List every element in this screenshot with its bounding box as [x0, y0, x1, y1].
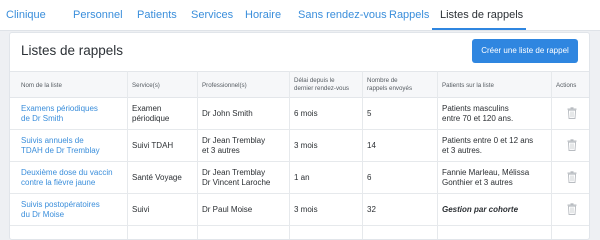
reminders-count: 14 — [367, 141, 376, 150]
reminders-count: 5 — [367, 109, 372, 118]
tab-rappels[interactable]: Rappels — [389, 0, 429, 31]
trash-icon[interactable] — [567, 203, 577, 215]
patients-line2: et 3 autres. — [442, 146, 483, 155]
active-tab-indicator — [432, 28, 526, 30]
trash-icon[interactable] — [567, 107, 577, 119]
delay-value: 6 mois — [294, 109, 318, 118]
patients-line2: Gonthier et 3 autres — [442, 178, 513, 187]
tab-patients[interactable]: Patients — [137, 0, 177, 31]
professional-line2: et 3 autres — [202, 146, 240, 155]
table-row: Suivis postopératoires du Dr Moise Suivi… — [10, 194, 589, 226]
professional-line1: Dr Paul Moise — [202, 205, 253, 214]
list-name-link-line2[interactable]: TDAH de Dr Tremblay — [21, 146, 100, 156]
top-nav-tabs: Clinique Personnel Patients Services Hor… — [0, 0, 600, 31]
patients-line1: Patients entre 0 et 12 ans — [442, 136, 534, 145]
reminders-count: 6 — [367, 173, 372, 182]
column-header-reminders-line2: rappels envoyés — [367, 85, 413, 92]
column-header-name: Nom de la liste — [21, 82, 62, 89]
column-header-professionals: Professionnel(s) — [202, 82, 247, 89]
list-name-link-line1[interactable]: Suivis postopératoires — [21, 200, 100, 210]
professional-line2: Dr Vincent Laroche — [202, 178, 271, 187]
list-name-link-line1[interactable]: Suivis annuels de — [21, 136, 84, 146]
column-header-actions: Actions — [556, 82, 577, 89]
column-header-reminders-line1: Nombre de — [367, 77, 398, 84]
table-row: Examens périodiques de Dr Smith Examen p… — [10, 98, 589, 130]
patients-line1: Fannie Marleau, Mélissa — [442, 168, 530, 177]
delay-value: 3 mois — [294, 141, 318, 150]
list-name-link-line2[interactable]: de Dr Smith — [21, 114, 63, 124]
reminders-count: 32 — [367, 205, 376, 214]
column-header-delay-line1: Délai depuis le — [294, 77, 335, 84]
table-row: Suivis annuels de TDAH de Dr Tremblay Su… — [10, 130, 589, 162]
create-reminder-list-button[interactable]: Créer une liste de rappel — [472, 39, 578, 63]
tab-sans-rendez-vous[interactable]: Sans rendez-vous — [298, 0, 387, 31]
service-line1: Suivi TDAH — [132, 141, 174, 150]
column-header-services: Service(s) — [132, 82, 160, 89]
tab-services[interactable]: Services — [191, 0, 233, 31]
service-line1: Suivi — [132, 205, 150, 214]
column-header-delay-line2: dernier rendez-vous — [294, 85, 350, 92]
professional-line1: Dr Jean Tremblay — [202, 168, 266, 177]
patients-line1: Patients masculins — [442, 104, 509, 113]
service-line1: Santé Voyage — [132, 173, 182, 182]
list-name-link-line2[interactable]: contre la fièvre jaune — [21, 178, 95, 188]
tab-clinique[interactable]: Clinique — [6, 0, 46, 31]
page-title: Listes de rappels — [21, 43, 124, 58]
patients-line1: Gestion par cohorte — [442, 205, 519, 214]
service-line1: Examen — [132, 104, 162, 113]
list-name-link-line1[interactable]: Examens périodiques — [21, 104, 98, 114]
delay-value: 3 mois — [294, 205, 318, 214]
reminder-lists-card: Listes de rappels Créer une liste de rap… — [9, 32, 590, 240]
column-header-patients: Patients sur la liste — [442, 82, 494, 89]
professional-line1: Dr John Smith — [202, 109, 253, 118]
service-line2: périodique — [132, 114, 170, 123]
trash-icon[interactable] — [567, 171, 577, 183]
tab-horaire[interactable]: Horaire — [245, 0, 281, 31]
list-name-link-line1[interactable]: Deuxième dose du vaccin — [21, 168, 113, 178]
delay-value: 1 an — [294, 173, 310, 182]
tab-listes-de-rappels[interactable]: Listes de rappels — [440, 0, 523, 31]
trash-icon[interactable] — [567, 139, 577, 151]
professional-line1: Dr Jean Tremblay — [202, 136, 266, 145]
list-name-link-line2[interactable]: du Dr Moise — [21, 210, 64, 220]
table-header: Nom de la liste Service(s) Professionnel… — [10, 71, 589, 98]
tab-personnel[interactable]: Personnel — [73, 0, 123, 31]
table-row: Deuxième dose du vaccin contre la fièvre… — [10, 162, 589, 194]
patients-line2: entre 70 et 120 ans. — [442, 114, 514, 123]
